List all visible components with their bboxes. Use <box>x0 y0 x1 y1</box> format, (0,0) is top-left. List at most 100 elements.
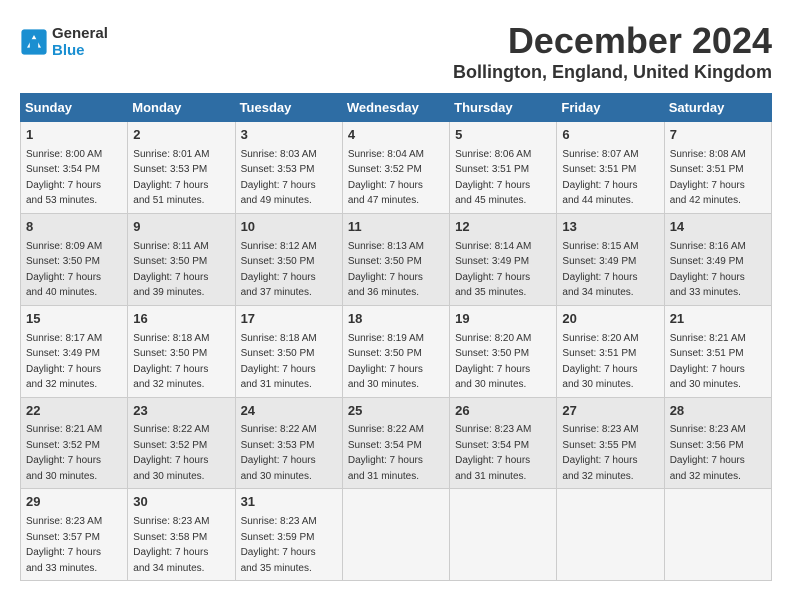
day-info: Sunrise: 8:23 AM Sunset: 3:58 PM Dayligh… <box>133 516 209 574</box>
table-row: 18 Sunrise: 8:19 AM Sunset: 3:50 PM Dayli… <box>342 305 449 397</box>
day-info: Sunrise: 8:23 AM Sunset: 3:57 PM Dayligh… <box>26 516 102 574</box>
table-row: 20 Sunrise: 8:20 AM Sunset: 3:51 PM Dayli… <box>557 305 664 397</box>
day-number: 23 <box>133 402 229 421</box>
table-row: 31 Sunrise: 8:23 AM Sunset: 3:59 PM Dayli… <box>235 489 342 581</box>
table-row: 27Sunrise: 8:23 AM Sunset: 3:55 PM Dayli… <box>557 397 664 489</box>
day-info: Sunrise: 8:08 AM Sunset: 3:51 PM Dayligh… <box>670 149 746 207</box>
table-row: 28 Sunrise: 8:23 AM Sunset: 3:56 PM Dayli… <box>664 397 771 489</box>
table-row: 17 Sunrise: 8:18 AM Sunset: 3:50 PM Dayli… <box>235 305 342 397</box>
table-row: 5 Sunrise: 8:06 AM Sunset: 3:51 PM Daylig… <box>450 122 557 214</box>
day-info: Sunrise: 8:23 AM Sunset: 3:54 PM Dayligh… <box>455 424 531 482</box>
table-row: 4 Sunrise: 8:04 AM Sunset: 3:52 PM Daylig… <box>342 122 449 214</box>
day-number: 27 <box>562 402 658 421</box>
day-info: Sunrise: 8:21 AM Sunset: 3:52 PM Dayligh… <box>26 424 102 482</box>
day-info: Sunrise: 8:23 AM Sunset: 3:56 PM Dayligh… <box>670 424 746 482</box>
table-row: 2Sunrise: 8:01 AM Sunset: 3:53 PM Daylig… <box>128 122 235 214</box>
table-row: 13Sunrise: 8:15 AM Sunset: 3:49 PM Dayli… <box>557 213 664 305</box>
calendar-week-row: 1 Sunrise: 8:00 AM Sunset: 3:54 PM Daylig… <box>21 122 772 214</box>
day-info: Sunrise: 8:06 AM Sunset: 3:51 PM Dayligh… <box>455 149 531 207</box>
day-number: 9 <box>133 218 229 237</box>
day-info: Sunrise: 8:18 AM Sunset: 3:50 PM Dayligh… <box>241 333 317 391</box>
col-monday: Monday <box>128 94 235 122</box>
day-number: 17 <box>241 310 337 329</box>
day-number: 1 <box>26 126 122 145</box>
day-info: Sunrise: 8:18 AM Sunset: 3:50 PM Dayligh… <box>133 333 209 391</box>
table-row: 29 Sunrise: 8:23 AM Sunset: 3:57 PM Dayli… <box>21 489 128 581</box>
day-info: Sunrise: 8:20 AM Sunset: 3:51 PM Dayligh… <box>562 333 638 391</box>
day-info: Sunrise: 8:00 AM Sunset: 3:54 PM Dayligh… <box>26 149 102 207</box>
calendar-week-row: 22 Sunrise: 8:21 AM Sunset: 3:52 PM Dayli… <box>21 397 772 489</box>
day-number: 18 <box>348 310 444 329</box>
table-row: 6Sunrise: 8:07 AM Sunset: 3:51 PM Daylig… <box>557 122 664 214</box>
day-number: 7 <box>670 126 766 145</box>
day-info: Sunrise: 8:13 AM Sunset: 3:50 PM Dayligh… <box>348 241 424 299</box>
table-row: 7 Sunrise: 8:08 AM Sunset: 3:51 PM Daylig… <box>664 122 771 214</box>
table-row: 22 Sunrise: 8:21 AM Sunset: 3:52 PM Dayli… <box>21 397 128 489</box>
day-info: Sunrise: 8:22 AM Sunset: 3:52 PM Dayligh… <box>133 424 209 482</box>
day-info: Sunrise: 8:12 AM Sunset: 3:50 PM Dayligh… <box>241 241 317 299</box>
day-info: Sunrise: 8:11 AM Sunset: 3:50 PM Dayligh… <box>133 241 208 299</box>
table-row: 26 Sunrise: 8:23 AM Sunset: 3:54 PM Dayli… <box>450 397 557 489</box>
table-row: 12 Sunrise: 8:14 AM Sunset: 3:49 PM Dayli… <box>450 213 557 305</box>
day-info: Sunrise: 8:22 AM Sunset: 3:54 PM Dayligh… <box>348 424 424 482</box>
table-row: 9 Sunrise: 8:11 AM Sunset: 3:50 PM Daylig… <box>128 213 235 305</box>
day-number: 24 <box>241 402 337 421</box>
table-row: 16 Sunrise: 8:18 AM Sunset: 3:50 PM Dayli… <box>128 305 235 397</box>
table-row: 8 Sunrise: 8:09 AM Sunset: 3:50 PM Daylig… <box>21 213 128 305</box>
day-number: 3 <box>241 126 337 145</box>
day-info: Sunrise: 8:16 AM Sunset: 3:49 PM Dayligh… <box>670 241 746 299</box>
table-row <box>557 489 664 581</box>
col-saturday: Saturday <box>664 94 771 122</box>
day-number: 25 <box>348 402 444 421</box>
day-info: Sunrise: 8:20 AM Sunset: 3:50 PM Dayligh… <box>455 333 531 391</box>
day-number: 12 <box>455 218 551 237</box>
logo-icon <box>20 28 48 56</box>
day-info: Sunrise: 8:22 AM Sunset: 3:53 PM Dayligh… <box>241 424 317 482</box>
day-number: 28 <box>670 402 766 421</box>
day-number: 2 <box>133 126 229 145</box>
day-info: Sunrise: 8:23 AM Sunset: 3:59 PM Dayligh… <box>241 516 317 574</box>
day-number: 30 <box>133 493 229 512</box>
col-wednesday: Wednesday <box>342 94 449 122</box>
table-row: 19Sunrise: 8:20 AM Sunset: 3:50 PM Dayli… <box>450 305 557 397</box>
table-row: 3 Sunrise: 8:03 AM Sunset: 3:53 PM Daylig… <box>235 122 342 214</box>
day-number: 15 <box>26 310 122 329</box>
page-title: December 2024 <box>453 20 772 62</box>
table-row: 30 Sunrise: 8:23 AM Sunset: 3:58 PM Dayli… <box>128 489 235 581</box>
day-number: 10 <box>241 218 337 237</box>
day-number: 31 <box>241 493 337 512</box>
col-friday: Friday <box>557 94 664 122</box>
day-number: 22 <box>26 402 122 421</box>
day-number: 5 <box>455 126 551 145</box>
day-info: Sunrise: 8:19 AM Sunset: 3:50 PM Dayligh… <box>348 333 424 391</box>
calendar-week-row: 8 Sunrise: 8:09 AM Sunset: 3:50 PM Daylig… <box>21 213 772 305</box>
day-info: Sunrise: 8:03 AM Sunset: 3:53 PM Dayligh… <box>241 149 317 207</box>
table-row: 10 Sunrise: 8:12 AM Sunset: 3:50 PM Dayli… <box>235 213 342 305</box>
table-row: 24 Sunrise: 8:22 AM Sunset: 3:53 PM Dayli… <box>235 397 342 489</box>
page-subtitle: Bollington, England, United Kingdom <box>453 62 772 83</box>
day-info: Sunrise: 8:09 AM Sunset: 3:50 PM Dayligh… <box>26 241 102 299</box>
col-sunday: Sunday <box>21 94 128 122</box>
day-number: 6 <box>562 126 658 145</box>
table-row: 25 Sunrise: 8:22 AM Sunset: 3:54 PM Dayli… <box>342 397 449 489</box>
day-number: 8 <box>26 218 122 237</box>
calendar-week-row: 15Sunrise: 8:17 AM Sunset: 3:49 PM Dayli… <box>21 305 772 397</box>
logo-text: General Blue <box>52 25 108 59</box>
table-row <box>664 489 771 581</box>
calendar-header-row: Sunday Monday Tuesday Wednesday Thursday… <box>21 94 772 122</box>
table-row: 11Sunrise: 8:13 AM Sunset: 3:50 PM Dayli… <box>342 213 449 305</box>
day-number: 26 <box>455 402 551 421</box>
day-number: 13 <box>562 218 658 237</box>
day-number: 29 <box>26 493 122 512</box>
day-number: 20 <box>562 310 658 329</box>
day-info: Sunrise: 8:04 AM Sunset: 3:52 PM Dayligh… <box>348 149 424 207</box>
table-row <box>450 489 557 581</box>
day-info: Sunrise: 8:14 AM Sunset: 3:49 PM Dayligh… <box>455 241 531 299</box>
table-row: 15Sunrise: 8:17 AM Sunset: 3:49 PM Dayli… <box>21 305 128 397</box>
page-header: General Blue December 2024 Bollington, E… <box>20 20 772 83</box>
day-number: 16 <box>133 310 229 329</box>
table-row: 1 Sunrise: 8:00 AM Sunset: 3:54 PM Daylig… <box>21 122 128 214</box>
day-info: Sunrise: 8:21 AM Sunset: 3:51 PM Dayligh… <box>670 333 746 391</box>
day-number: 4 <box>348 126 444 145</box>
logo: General Blue <box>20 25 108 59</box>
